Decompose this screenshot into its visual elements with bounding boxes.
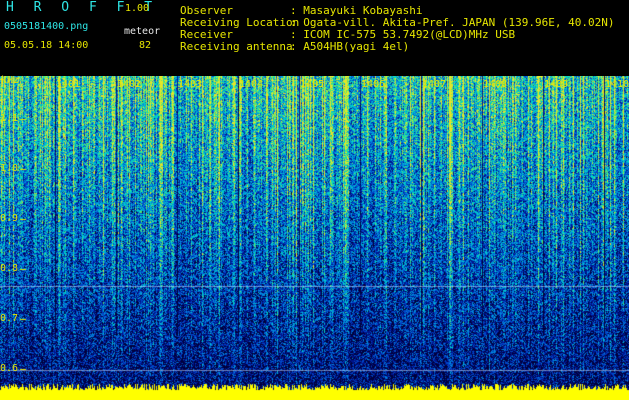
- y-tick-label: 0.6: [0, 363, 19, 374]
- time-tick-label: 1410: [605, 79, 629, 90]
- time-tick-label: 1407: [422, 79, 447, 90]
- y-tick-label: 0.8: [0, 263, 19, 274]
- y-tick-label: 1.1: [0, 113, 19, 124]
- app-version: 1.00: [125, 3, 150, 14]
- header-panel: H R O F F T 1.00 0505181400.png meteor 0…: [0, 0, 629, 76]
- antenna-label: Receiving antenna: [180, 40, 293, 53]
- time-tick-label: 1403: [178, 79, 203, 90]
- time-tick-label: 1402: [117, 79, 142, 90]
- y-tick-label: 0.7: [0, 313, 19, 324]
- time-tick-label: 1404: [239, 79, 264, 90]
- y-tick-label: 0.9: [0, 213, 19, 224]
- antenna-value: : A504HB(yagi 4el): [290, 40, 410, 53]
- meteor-count: 82: [139, 40, 152, 51]
- time-tick-label: 1406: [361, 79, 386, 90]
- plot-type: meteor: [124, 26, 161, 37]
- file-name: 0505181400.png: [4, 21, 89, 32]
- date-time: 05.05.18 14:00: [4, 40, 89, 51]
- time-tick-label: 1405: [300, 79, 325, 90]
- time-tick-label: 1401: [56, 79, 81, 90]
- y-axis-unit: kHz: [1, 75, 20, 86]
- spectrogram-canvas: [0, 76, 629, 400]
- y-tick-label: 1.0: [0, 163, 19, 174]
- time-tick-label: 1408: [483, 79, 508, 90]
- time-tick-label: 1409: [544, 79, 569, 90]
